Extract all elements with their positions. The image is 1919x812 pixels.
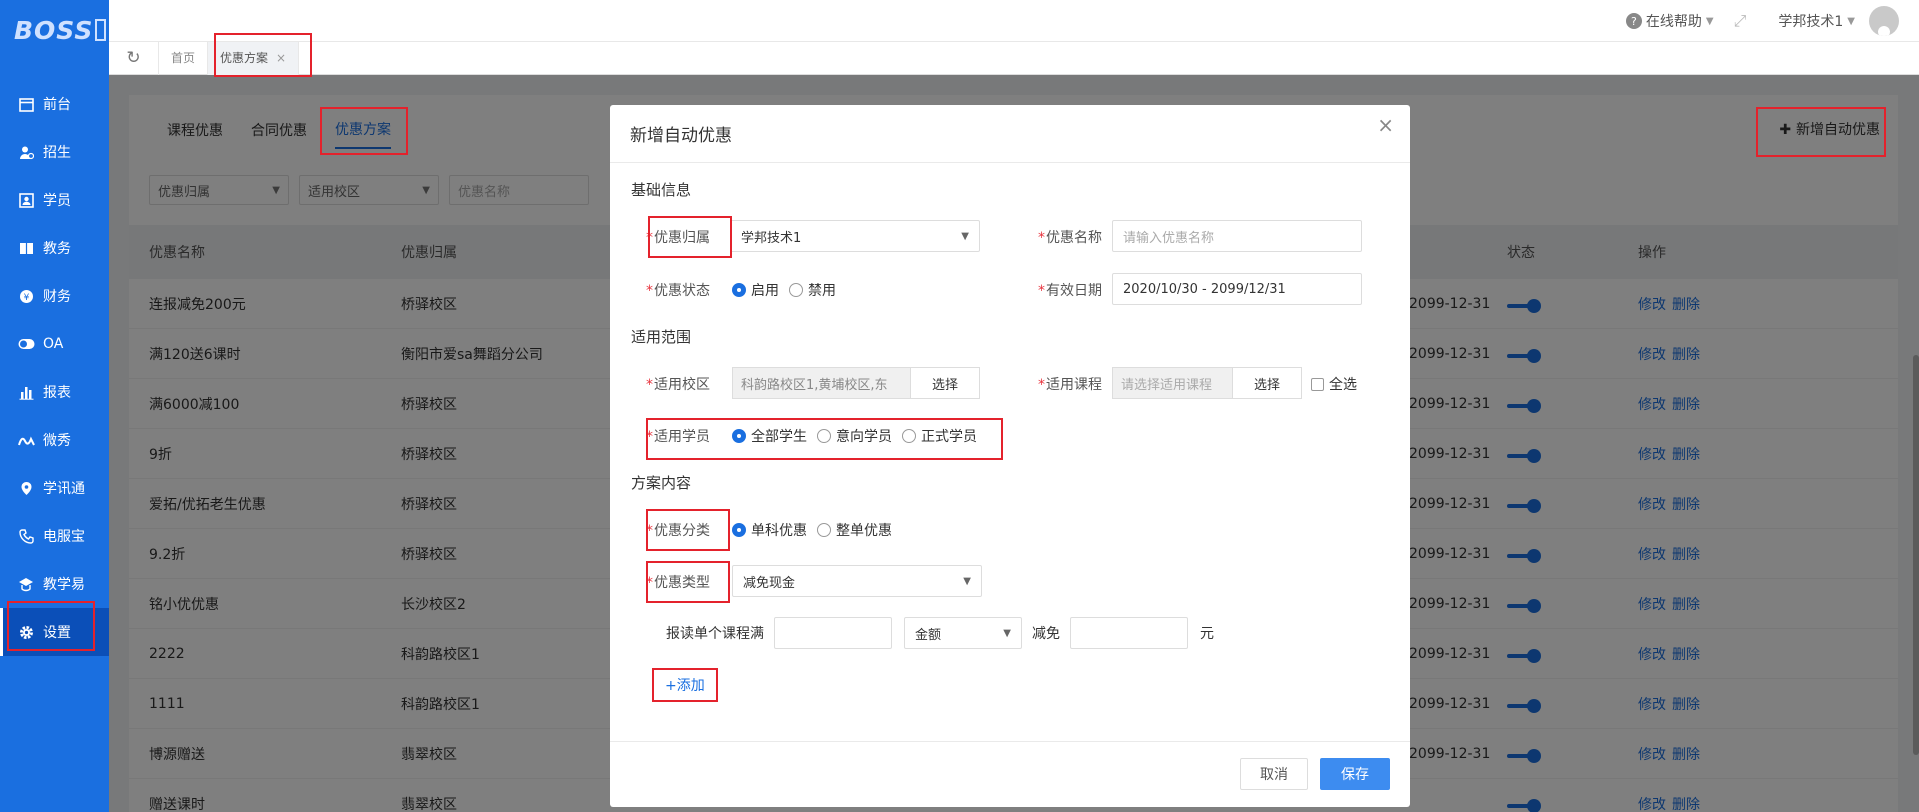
status-disabled-radio[interactable]: 禁用 <box>789 280 836 300</box>
avatar[interactable] <box>1869 6 1899 36</box>
dialog-title: 新增自动优惠 <box>610 105 1410 163</box>
cancel-button[interactable]: 取消 <box>1240 758 1308 790</box>
bar-chart-icon <box>18 384 35 401</box>
type-label: *优惠类型 <box>646 575 710 591</box>
save-button[interactable]: 保存 <box>1320 758 1390 790</box>
close-icon[interactable]: × <box>1377 113 1394 137</box>
owner-label: *优惠归属 <box>646 230 710 246</box>
sidebar-item-oa[interactable]: OA <box>0 320 109 368</box>
chevron-down-icon: ▼ <box>1847 15 1855 27</box>
rule-minus: 减免 <box>1032 626 1060 642</box>
select-all-checkbox[interactable]: 全选 <box>1311 374 1357 394</box>
boss-logo: BOSS <box>0 0 109 60</box>
threshold-input[interactable] <box>774 617 892 649</box>
status-enabled-radio[interactable]: 启用 <box>732 280 779 300</box>
valid-date-range[interactable]: 2020/10/30 - 2099/12/31 <box>1112 273 1362 305</box>
sidebar-item-jiaoxueyi[interactable]: 教学易 <box>0 560 109 608</box>
sidebar-menu: 前台 招生 学员 教务 ¥ 财务 OA 报表 微秀 学讯通 电服宝 教学易 设置 <box>0 80 109 656</box>
campus-selector: 科韵路校区1,黄埔校区,东 选择 <box>732 367 980 399</box>
discount-name-input[interactable]: 请输入优惠名称 <box>1112 220 1362 252</box>
location-icon <box>18 480 35 497</box>
add-rule-link[interactable]: +添加 <box>665 675 705 695</box>
student-radio-group: 全部学生 意向学员 正式学员 <box>732 426 977 446</box>
scrollbar[interactable] <box>1913 355 1919 755</box>
svg-text:¥: ¥ <box>24 293 30 303</box>
user-menu[interactable]: 学邦技术1 ▼ <box>1778 11 1855 31</box>
category-label: *优惠分类 <box>646 523 710 539</box>
close-icon[interactable]: × <box>276 51 286 65</box>
course-label: *适用课程 <box>1038 377 1102 393</box>
chevron-down-icon: ▼ <box>961 230 969 242</box>
tab-bar: ↻ 首页 优惠方案 × <box>109 41 1919 75</box>
campus-value: 科韵路校区1,黄埔校区,东 <box>732 367 910 399</box>
yen-icon: ¥ <box>18 288 35 305</box>
sidebar-item-enrollment[interactable]: 招生 <box>0 128 109 176</box>
unit-select[interactable]: 金额 ▼ <box>904 617 1022 649</box>
campus-label: *适用校区 <box>646 377 710 393</box>
prospective-students-radio[interactable]: 意向学员 <box>817 426 892 446</box>
chevron-down-icon: ▼ <box>963 575 971 587</box>
sidebar-item-frontdesk[interactable]: 前台 <box>0 80 109 128</box>
course-select-button[interactable]: 选择 <box>1232 367 1302 399</box>
topbar-actions: ? 在线帮助 ▼ ⤢ 学邦技术1 ▼ <box>1625 0 1899 42</box>
book-icon <box>18 240 35 257</box>
whole-order-radio[interactable]: 整单优惠 <box>817 520 892 540</box>
user-plus-icon <box>18 144 35 161</box>
discount-amount-input[interactable] <box>1070 617 1188 649</box>
single-course-radio[interactable]: 单科优惠 <box>732 520 807 540</box>
sidebar-item-weixiu[interactable]: 微秀 <box>0 416 109 464</box>
dialog-footer: 取消 保存 <box>610 741 1410 807</box>
help-menu[interactable]: ? 在线帮助 ▼ <box>1625 11 1714 31</box>
section-content: 方案内容 <box>631 474 692 492</box>
date-label: *有效日期 <box>1038 283 1102 299</box>
add-auto-discount-dialog: 新增自动优惠 × 基础信息 *优惠归属 学邦技术1 ▼ *优惠名称 请输入优惠名称… <box>610 105 1410 807</box>
tab-home[interactable]: 首页 <box>159 41 209 75</box>
fullscreen-icon[interactable]: ⤢ <box>1734 11 1747 31</box>
category-radio-group: 单科优惠 整单优惠 <box>732 520 892 540</box>
student-label: *适用学员 <box>646 429 710 445</box>
wave-icon <box>18 432 35 449</box>
owner-select[interactable]: 学邦技术1 ▼ <box>730 220 980 252</box>
help-icon: ? <box>1625 13 1642 29</box>
section-scope: 适用范围 <box>631 328 692 346</box>
section-basic: 基础信息 <box>631 181 692 199</box>
discount-type-select[interactable]: 减免现金 ▼ <box>732 565 982 597</box>
sidebar-item-settings[interactable]: 设置 <box>0 608 109 656</box>
status-label: *优惠状态 <box>646 283 710 299</box>
name-label: *优惠名称 <box>1038 230 1102 246</box>
id-card-icon <box>18 192 35 209</box>
formal-students-radio[interactable]: 正式学员 <box>902 426 977 446</box>
status-radio-group: 启用 禁用 <box>732 280 836 300</box>
sidebar-item-dianfubao[interactable]: 电服宝 <box>0 512 109 560</box>
sidebar-item-students[interactable]: 学员 <box>0 176 109 224</box>
tab-discount-plan[interactable]: 优惠方案 × <box>208 41 300 75</box>
refresh-icon[interactable]: ↻ <box>109 41 159 75</box>
sidebar: BOSS 前台 招生 学员 教务 ¥ 财务 OA 报表 微秀 学讯通 电服宝 教… <box>0 0 109 812</box>
top-bar: ? 在线帮助 ▼ ⤢ 学邦技术1 ▼ <box>109 0 1919 42</box>
all-students-radio[interactable]: 全部学生 <box>732 426 807 446</box>
sidebar-item-reports[interactable]: 报表 <box>0 368 109 416</box>
sidebar-item-finance[interactable]: ¥ 财务 <box>0 272 109 320</box>
sidebar-item-academic[interactable]: 教务 <box>0 224 109 272</box>
sidebar-item-xuexuntong[interactable]: 学讯通 <box>0 464 109 512</box>
rule-prefix: 报读单个课程满 <box>666 626 764 642</box>
chevron-down-icon: ▼ <box>1003 627 1011 639</box>
teach-icon <box>18 576 35 593</box>
calendar-icon <box>18 96 35 113</box>
chevron-down-icon: ▼ <box>1705 15 1714 27</box>
toggle-icon <box>18 336 35 353</box>
rule-suffix: 元 <box>1200 626 1214 642</box>
course-selector: 请选择适用课程 选择 <box>1112 367 1302 399</box>
gear-icon <box>18 624 35 641</box>
campus-select-button[interactable]: 选择 <box>910 367 980 399</box>
phone-icon <box>18 528 35 545</box>
course-value: 请选择适用课程 <box>1112 367 1232 399</box>
